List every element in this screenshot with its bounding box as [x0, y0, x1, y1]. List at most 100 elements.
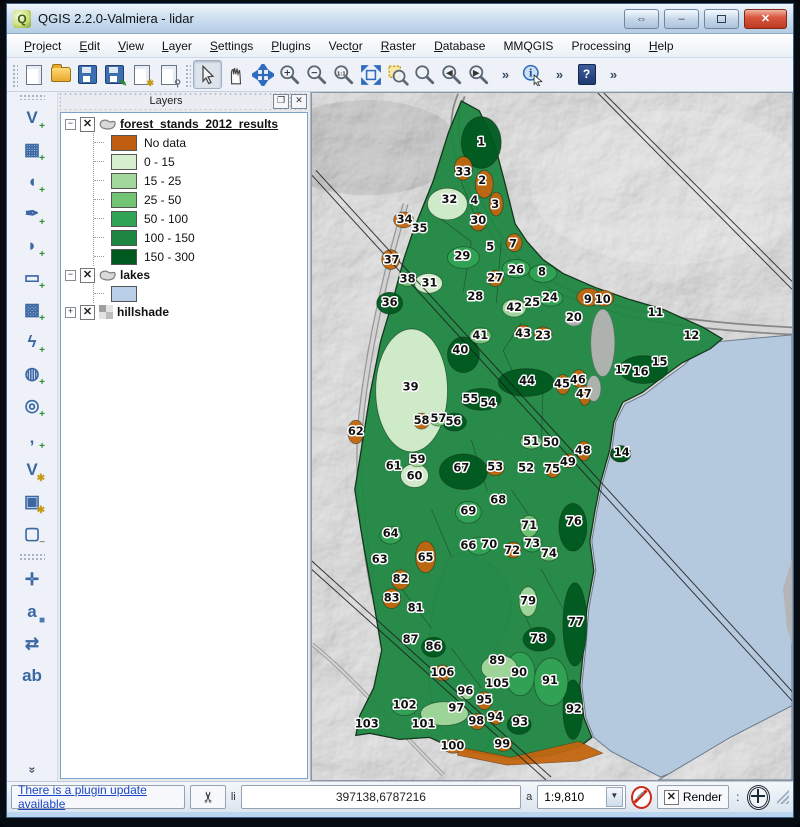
toolbar-grip[interactable] [19, 94, 45, 100]
map-canvas[interactable]: 1332324334303557293726278383128422524910… [312, 93, 792, 780]
add-raster-layer-button[interactable]: ▦+ [17, 135, 47, 165]
menu-view[interactable]: View [109, 36, 153, 56]
remove-layer-button[interactable]: ▢− [17, 519, 47, 549]
close-panel-button[interactable]: ✕ [291, 94, 307, 109]
plugin-button[interactable]: ✂ [190, 785, 225, 809]
scale-combobox[interactable]: 1:9,810 ▼ [537, 785, 626, 809]
open-project-button[interactable] [47, 61, 74, 88]
stand-label-34: 34 [397, 212, 413, 226]
overflow-nav-button[interactable]: » [492, 61, 519, 88]
save-project-as-button[interactable]: ✎ [101, 61, 128, 88]
add-wfs-layer-button[interactable]: ◎+ [17, 391, 47, 421]
layer-row-forest_stands_2012_results[interactable]: −✕ forest_stands_2012_results [63, 115, 307, 133]
save-project-button[interactable] [74, 61, 101, 88]
layers-tree[interactable]: −✕forest_stands_2012_resultsNo data0 - 1… [60, 112, 308, 779]
identify-features-button[interactable]: i [519, 61, 546, 88]
pin-unpin-labels-button[interactable]: a■ [17, 597, 47, 627]
svg-text:▶: ▶ [472, 68, 479, 78]
new-print-composer-button[interactable]: ✱ [128, 61, 155, 88]
menu-project[interactable]: Project [15, 36, 70, 56]
zoom-to-selection-button[interactable] [384, 61, 411, 88]
add-wcs-layer-button[interactable]: ◍+ [17, 359, 47, 389]
toolbar-grip[interactable] [184, 63, 191, 87]
overflow-attributes-button[interactable]: » [546, 61, 573, 88]
zoom-native-button[interactable]: 1:1 [330, 61, 357, 88]
legend-swatch [111, 286, 137, 302]
new-spatialite-layer-button[interactable]: ▣✱ [17, 487, 47, 517]
stand-label-32: 32 [441, 192, 457, 206]
map-canvas-container[interactable]: 1332324334303557293726278383128422524910… [311, 92, 793, 781]
overflow-help-button[interactable]: » [600, 61, 627, 88]
add-oracle-layer-button[interactable]: ▭+ [17, 263, 47, 293]
highlight-pinned-labels-button[interactable]: ✛ [17, 565, 47, 595]
layer-visibility-checkbox[interactable]: ✕ [80, 268, 95, 283]
add-mssql-layer-button[interactable]: ◗+ [17, 231, 47, 261]
expand-icon[interactable]: + [65, 307, 76, 318]
close-button[interactable]: ✕ [744, 9, 787, 29]
float-panel-button[interactable]: ❐ [273, 94, 289, 109]
zoom-next-button[interactable]: ▶ [465, 61, 492, 88]
collapse-icon[interactable]: − [65, 119, 76, 130]
chevron-down-icon[interactable]: ▼ [606, 787, 623, 807]
menu-vector[interactable]: Vector [320, 36, 372, 56]
stand-label-9: 9 [584, 292, 592, 306]
help-contents-button[interactable]: ? [573, 61, 600, 88]
layer-row-lakes[interactable]: −✕ lakes [63, 266, 307, 284]
move-label-button[interactable]: ⇄ [17, 629, 47, 659]
new-project-button[interactable] [20, 61, 47, 88]
menu-plugins[interactable]: Plugins [262, 36, 319, 56]
crs-status-icon[interactable] [747, 785, 770, 810]
menu-raster[interactable]: Raster [372, 36, 425, 56]
minimize-button[interactable]: – [664, 9, 699, 29]
add-delimited-text-layer-button[interactable]: ,+ [17, 423, 47, 453]
pan-to-selection-button[interactable] [249, 61, 276, 88]
new-shapefile-layer-button[interactable]: V✱ [17, 455, 47, 485]
zoom-in-button[interactable]: + [276, 61, 303, 88]
plugin-update-link[interactable]: There is a plugin update available [18, 783, 178, 811]
stand-label-12: 12 [683, 328, 699, 342]
add-oracle-georaster-layer-button[interactable]: ϟ+ [17, 327, 47, 357]
stand-label-70: 70 [481, 537, 497, 551]
menu-settings[interactable]: Settings [201, 36, 262, 56]
composer-manager-button[interactable]: ⚲ [155, 61, 182, 88]
toolbar-grip[interactable] [11, 63, 18, 87]
render-checkbox[interactable]: ✕ [664, 790, 679, 805]
layer-name[interactable]: hillshade [117, 305, 169, 319]
layer-name[interactable]: lakes [120, 268, 150, 282]
menu-help[interactable]: Help [640, 36, 683, 56]
resize-grip[interactable] [777, 790, 790, 804]
zoom-to-layer-button[interactable] [411, 61, 438, 88]
toolbar-overflow-chevron[interactable]: » [25, 767, 39, 774]
stand-label-2: 2 [478, 173, 486, 187]
maximize-button[interactable] [704, 9, 739, 29]
add-wms-layer-button[interactable]: ▩+ [17, 295, 47, 325]
add-spatialite-layer-button[interactable]: ✒+ [17, 199, 47, 229]
stop-render-icon[interactable] [631, 786, 652, 809]
title-bar[interactable]: Q QGIS 2.2.0-Valmiera - lidar ⇔ – ✕ [7, 4, 793, 34]
menu-layer[interactable]: Layer [153, 36, 201, 56]
layer-visibility-checkbox[interactable]: ✕ [80, 117, 95, 132]
menu-processing[interactable]: Processing [562, 36, 639, 56]
window-switcher-button[interactable]: ⇔ [624, 9, 659, 29]
add-vector-layer-button[interactable]: V+ [17, 103, 47, 133]
zoom-full-extent-button[interactable] [357, 61, 384, 88]
menu-mmqgis[interactable]: MMQGIS [494, 36, 562, 56]
layers-panel-titlebar[interactable]: Layers ❐ ✕ [58, 92, 310, 110]
zoom-out-button[interactable]: − [303, 61, 330, 88]
layer-row-hillshade[interactable]: + ✕ hillshade [63, 303, 307, 321]
coordinate-input[interactable]: 397138,6787216 [241, 785, 521, 809]
collapse-icon[interactable]: − [65, 270, 76, 281]
render-toggle[interactable]: ✕ Render [657, 785, 729, 809]
add-postgis-layer-button[interactable]: ◖+ [17, 167, 47, 197]
zoom-last-button[interactable]: ◀ [438, 61, 465, 88]
change-label-button[interactable]: ab [17, 661, 47, 691]
menu-database[interactable]: Database [425, 36, 494, 56]
toolbar-grip[interactable] [19, 553, 45, 561]
layer-name[interactable]: forest_stands_2012_results [120, 117, 278, 131]
touch-zoom-pan-button[interactable] [193, 60, 222, 89]
menu-edit[interactable]: Edit [70, 36, 109, 56]
legend-class-row: 0 - 15 [94, 152, 307, 171]
layer-visibility-checkbox[interactable]: ✕ [80, 305, 95, 320]
pan-map-button[interactable] [222, 61, 249, 88]
legend-swatch [111, 173, 137, 189]
